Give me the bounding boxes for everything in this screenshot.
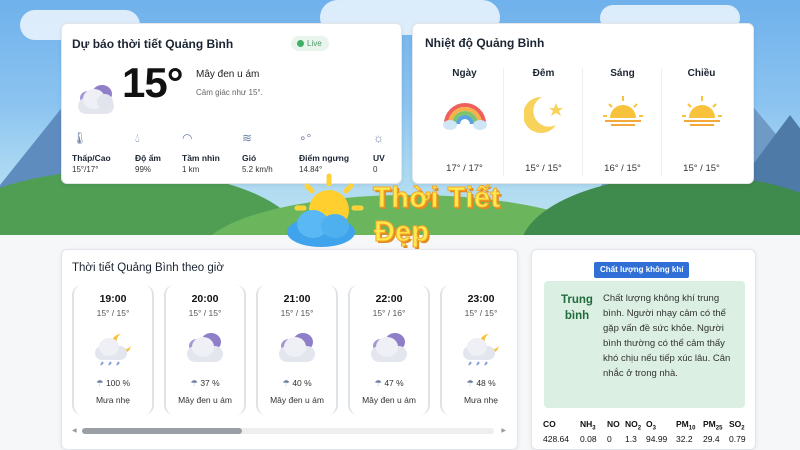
- moon-icon: [504, 87, 583, 137]
- current-temperature: 15°: [122, 59, 184, 106]
- rain-drop-icon: ☂︎: [374, 378, 382, 388]
- temperature-title: Nhiệt độ Quảng Bình: [425, 36, 545, 50]
- sunset-icon: [662, 87, 741, 137]
- air-quality-card: Chất lượng không khí Trung bình Chất lượ…: [531, 249, 756, 450]
- overcast-cloud-icon: [166, 326, 244, 370]
- scroll-left-arrow-icon[interactable]: ◀: [72, 427, 77, 434]
- rain-drop-icon: ☂︎: [466, 378, 474, 388]
- pollutant-no2: NO2 1.3: [625, 419, 642, 444]
- logo-text-line2: Đẹp: [374, 216, 430, 249]
- current-title: Dự báo thời tiết Quảng Bình: [72, 37, 234, 51]
- hourly-forecast-card: Thời tiết Quảng Bình theo giờ 19:00 15° …: [61, 249, 518, 450]
- feels-like: Cảm giác như 15°.: [196, 88, 263, 97]
- overcast-cloud-icon: [350, 326, 428, 370]
- logo-text-line1: Thời Tiết: [373, 182, 501, 215]
- stat-humidity: 💧︎ Độ ẩm 99%: [135, 131, 161, 174]
- air-quality-level: Trung bình: [561, 294, 593, 322]
- sunrise-icon: [583, 87, 662, 137]
- pollutant-nh3: NH3 0.08: [580, 419, 597, 444]
- rainbow-icon: [425, 87, 504, 137]
- current-description: Mây đen u ám: [196, 69, 260, 80]
- hourly-scroll-area[interactable]: 19:00 15° / 15° ☂︎ 100 % Mưa nhẹ 20:00 1…: [72, 285, 506, 420]
- pollutant-no: NO 0: [607, 419, 620, 444]
- stat-uv: ☼ UV 0: [373, 131, 385, 174]
- stat-wind: ≋ Gió 5.2 km/h: [242, 131, 273, 174]
- stat-dew-point: ∘° Điểm ngưng 14.84°: [299, 131, 350, 174]
- wind-icon: ≋: [242, 131, 253, 145]
- current-weather-card: Dự báo thời tiết Quảng Bình Live 15° Mây…: [61, 23, 402, 184]
- pollutant-o3: O3 94.99: [646, 419, 668, 444]
- pollutant-list: CO 428.64 NH3 0.08 NO 0 NO2 1.3 O3 94.99 PM10…: [543, 419, 753, 449]
- rain-drop-icon: ☂︎: [190, 378, 198, 388]
- hourly-item: 21:00 15° / 15° ☂︎ 40 % Mây đen u ám: [256, 285, 338, 415]
- period-afternoon: Chiều 15° / 15°: [661, 68, 741, 176]
- hourly-title: Thời tiết Quảng Bình theo giờ: [72, 262, 224, 274]
- hourly-item: 19:00 15° / 15° ☂︎ 100 % Mưa nhẹ: [72, 285, 154, 415]
- period-day: Ngày 17° / 17°: [425, 68, 504, 176]
- uv-sun-icon: ☼: [373, 131, 384, 145]
- hourly-item: 23:00 15° / 15° ☂︎ 48 % Mưa nhẹ: [440, 285, 506, 415]
- air-quality-box: Trung bình Chất lượng không khí trung bì…: [544, 281, 745, 408]
- stat-low-high: 🌡︎ Thấp/Cao 15°/17°: [72, 131, 111, 174]
- period-morning: Sáng 16° / 15°: [582, 68, 662, 176]
- site-logo: Thời Tiết Đẹp: [281, 170, 521, 255]
- scrollbar-thumb[interactable]: [82, 428, 242, 434]
- rain-drop-icon: ☂︎: [95, 378, 104, 388]
- scroll-right-arrow-icon[interactable]: ▶: [501, 427, 506, 434]
- temperature-card: Nhiệt độ Quảng Bình Ngày 17° / 17° Đêm 1…: [412, 23, 754, 184]
- pollutant-so2: SO2 0.79: [729, 419, 746, 444]
- dew-point-icon: ∘°: [299, 131, 312, 145]
- visibility-icon: ◠: [182, 131, 193, 145]
- air-quality-tag: Chất lượng không khí: [594, 262, 690, 278]
- moon-cloud-rain-icon: [442, 326, 506, 370]
- period-night: Đêm 15° / 15°: [503, 68, 583, 176]
- pollutant-pm25: PM25 29.4: [703, 419, 723, 444]
- overcast-cloud-icon: [258, 326, 336, 370]
- moon-cloud-rain-icon: [74, 326, 152, 370]
- overcast-cloud-icon: [74, 82, 118, 123]
- hourly-item: 20:00 15° / 15° ☂︎ 37 % Mây đen u ám: [164, 285, 246, 415]
- rain-drop-icon: ☂︎: [282, 378, 290, 388]
- sun-cloud-logo-icon: [287, 173, 364, 247]
- pollutant-pm10: PM10 32.2: [676, 419, 696, 444]
- stat-visibility: ◠ Tầm nhìn 1 km: [182, 131, 220, 174]
- air-quality-message: Chất lượng không khí trung bình. Người n…: [603, 293, 731, 379]
- humidity-icon: 💧︎: [135, 131, 140, 145]
- thermometer-icon: 🌡︎: [72, 131, 88, 145]
- pollutant-co: CO 428.64: [543, 419, 569, 444]
- live-badge: Live: [291, 36, 329, 51]
- hourly-item: 22:00 15° / 16° ☂︎ 47 % Mây đen u ám: [348, 285, 430, 415]
- hourly-scrollbar[interactable]: ◀ ▶: [72, 428, 506, 434]
